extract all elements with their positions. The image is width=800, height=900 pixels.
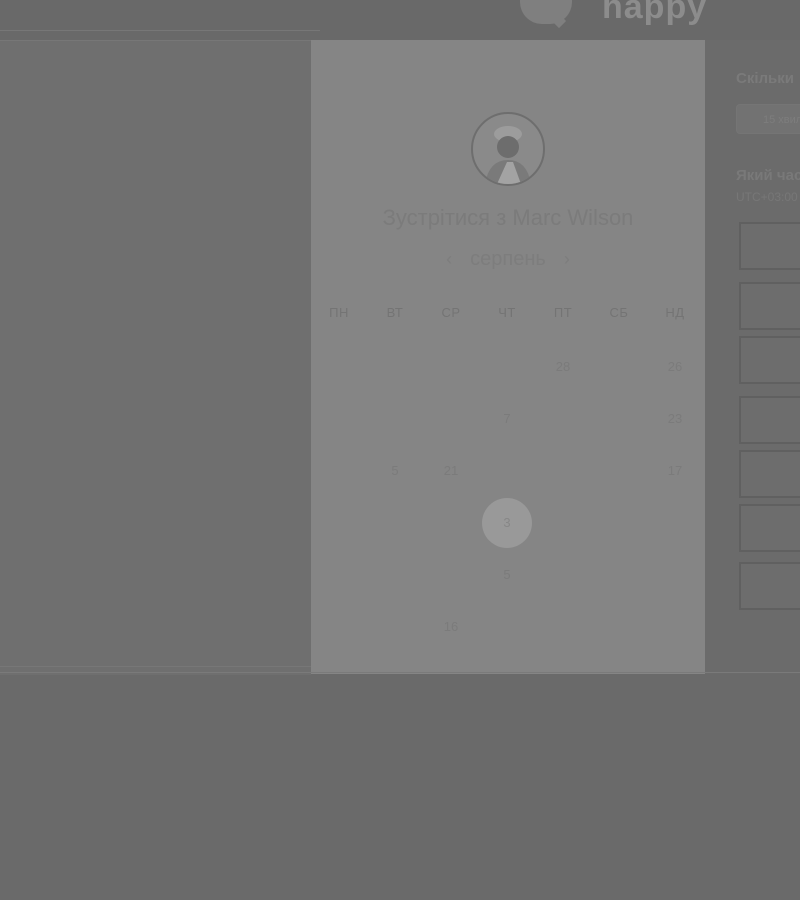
calendar-week: 28 26 bbox=[311, 340, 705, 392]
divider bbox=[0, 672, 800, 673]
time-slot[interactable] bbox=[739, 504, 800, 552]
weekday-label: НД bbox=[665, 305, 685, 320]
selected-day[interactable]: 3 bbox=[479, 497, 535, 548]
logo-text: happy bbox=[602, 0, 708, 26]
logo-bubble-icon bbox=[520, 0, 572, 24]
calendar-day[interactable]: 5 bbox=[367, 463, 423, 478]
time-slot[interactable] bbox=[739, 396, 800, 444]
duration-label: Скільки bbox=[736, 70, 794, 87]
weekday-label: ПН bbox=[329, 305, 349, 320]
calendar-day[interactable]: 17 bbox=[647, 463, 703, 478]
left-panel bbox=[0, 40, 311, 675]
calendar-week: 5 21 17 bbox=[311, 444, 705, 496]
time-slot[interactable] bbox=[739, 450, 800, 498]
person-icon bbox=[485, 126, 531, 184]
calendar-week: 7 23 bbox=[311, 392, 705, 444]
time-slot[interactable] bbox=[739, 222, 800, 270]
chevron-left-icon[interactable]: ‹ bbox=[446, 249, 452, 270]
weekday-label: ЧТ bbox=[498, 305, 516, 320]
weekday-label: СБ bbox=[609, 305, 629, 320]
time-slot[interactable] bbox=[739, 282, 800, 330]
calendar-week: 5 bbox=[311, 548, 705, 600]
avatar bbox=[471, 112, 545, 186]
day-number: 21 bbox=[443, 462, 459, 478]
day-number: 3 bbox=[503, 514, 511, 530]
calendar-day[interactable]: 7 bbox=[479, 411, 535, 426]
day-number: 28 bbox=[555, 358, 571, 374]
day-number: 5 bbox=[503, 566, 511, 582]
time-label: Який час bbox=[736, 167, 800, 184]
weekday-label: ПТ bbox=[553, 305, 573, 320]
month-label: серпень bbox=[470, 248, 546, 270]
calendar-grid: 28 26 7 23 5 21 17 3 5 16 bbox=[311, 340, 705, 652]
day-number: 7 bbox=[503, 410, 511, 426]
month-navigator: ‹ серпень › bbox=[311, 248, 705, 271]
divider bbox=[0, 30, 320, 31]
calendar-day[interactable]: 23 bbox=[647, 411, 703, 426]
calendar-day[interactable]: 21 bbox=[423, 463, 479, 478]
right-panel: Скільки 15 хвилин Який час UTC+03:00 bbox=[705, 40, 800, 674]
day-number: 26 bbox=[667, 358, 683, 374]
weekday-label: ВТ bbox=[386, 305, 404, 320]
timezone-select[interactable]: UTC+03:00 bbox=[736, 190, 798, 204]
meeting-title: Зустрітися з Marc Wilson bbox=[382, 205, 634, 230]
logo[interactable]: happy bbox=[520, 0, 707, 28]
calendar-week: 16 bbox=[311, 600, 705, 652]
top-bar: happy bbox=[0, 0, 800, 40]
calendar-week: 3 bbox=[311, 496, 705, 548]
day-number: 5 bbox=[391, 462, 399, 478]
calendar-day[interactable]: 5 bbox=[479, 567, 535, 582]
day-number: 16 bbox=[443, 618, 459, 634]
weekday-header: ПН ВТ СР ЧТ ПТ СБ НД bbox=[311, 305, 705, 320]
booking-card: Зустрітися з Marc Wilson ‹ серпень › ПН … bbox=[311, 40, 705, 674]
time-slot[interactable] bbox=[739, 336, 800, 384]
duration-select[interactable]: 15 хвилин bbox=[736, 104, 800, 134]
weekday-label: СР bbox=[441, 305, 461, 320]
chevron-right-icon[interactable]: › bbox=[564, 249, 570, 270]
time-slot[interactable] bbox=[739, 562, 800, 610]
calendar-day[interactable]: 28 bbox=[535, 359, 591, 374]
day-number: 23 bbox=[667, 410, 683, 426]
calendar-day[interactable]: 16 bbox=[423, 619, 479, 634]
calendar-day[interactable]: 26 bbox=[647, 359, 703, 374]
day-number: 17 bbox=[667, 462, 683, 478]
divider bbox=[0, 666, 311, 667]
